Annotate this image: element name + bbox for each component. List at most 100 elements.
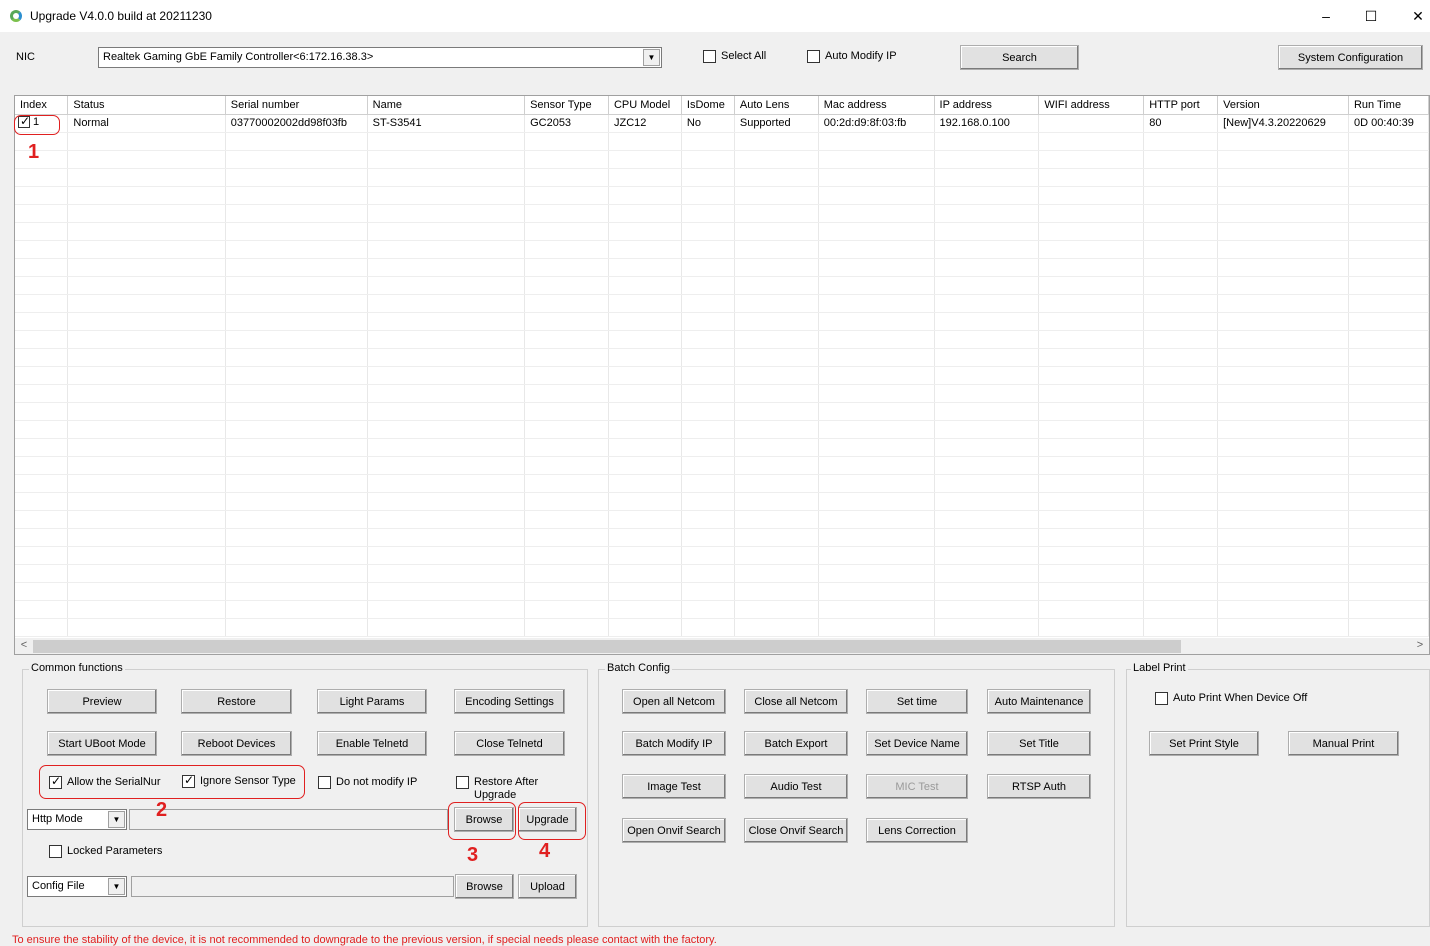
column-header[interactable]: HTTP port bbox=[1143, 96, 1219, 115]
table-cell-empty bbox=[608, 474, 682, 493]
restore-after-upgrade-checkbox[interactable]: Restore After Upgrade bbox=[456, 776, 558, 802]
checkbox-box[interactable] bbox=[49, 845, 62, 858]
column-header[interactable]: CPU Model bbox=[608, 96, 682, 115]
close-button[interactable]: ✕ bbox=[1398, 4, 1430, 28]
image-test-button[interactable]: Image Test bbox=[622, 774, 726, 799]
column-header[interactable]: Name bbox=[367, 96, 526, 115]
set-device-name-button[interactable]: Set Device Name bbox=[866, 731, 968, 756]
enable-telnetd-button[interactable]: Enable Telnetd bbox=[317, 731, 427, 756]
close-onvif-search-button[interactable]: Close Onvif Search bbox=[744, 818, 848, 843]
table-cell-empty bbox=[15, 204, 69, 223]
checkbox-box[interactable] bbox=[703, 50, 716, 63]
table-cell-empty bbox=[1348, 438, 1429, 457]
config-path-field[interactable] bbox=[131, 876, 454, 897]
minimize-button[interactable]: – bbox=[1306, 4, 1346, 28]
audio-test-button[interactable]: Audio Test bbox=[744, 774, 848, 799]
reboot-devices-button[interactable]: Reboot Devices bbox=[181, 731, 292, 756]
table-cell-empty bbox=[1217, 132, 1349, 151]
column-header[interactable]: IsDome bbox=[681, 96, 735, 115]
table-row-empty bbox=[15, 258, 1429, 277]
table-cell-empty bbox=[367, 132, 526, 151]
config-type-select[interactable]: Config File ▼ bbox=[27, 876, 127, 897]
column-header[interactable]: Mac address bbox=[818, 96, 935, 115]
column-header[interactable]: IP address bbox=[934, 96, 1040, 115]
table-cell-empty bbox=[367, 438, 526, 457]
preview-button[interactable]: Preview bbox=[47, 689, 157, 714]
table-cell-empty bbox=[734, 600, 819, 619]
auto-modify-ip-checkbox[interactable]: Auto Modify IP bbox=[807, 50, 897, 63]
select-all-checkbox[interactable]: Select All bbox=[703, 50, 766, 63]
scroll-left-icon[interactable]: < bbox=[16, 639, 32, 654]
table-cell-empty bbox=[225, 348, 368, 367]
column-header[interactable]: Status bbox=[67, 96, 226, 115]
scrollbar-thumb[interactable] bbox=[33, 640, 1181, 653]
horizontal-scrollbar[interactable]: < > bbox=[15, 638, 1429, 654]
column-header[interactable]: Auto Lens bbox=[734, 96, 819, 115]
do-not-modify-ip-checkbox[interactable]: Do not modify IP bbox=[318, 776, 417, 789]
upload-button[interactable]: Upload bbox=[518, 874, 577, 899]
checkbox-box[interactable] bbox=[1155, 692, 1168, 705]
set-title-button[interactable]: Set Title bbox=[987, 731, 1091, 756]
table-cell-empty bbox=[15, 564, 69, 583]
maximize-button[interactable]: ☐ bbox=[1351, 4, 1391, 28]
close-telnetd-button[interactable]: Close Telnetd bbox=[454, 731, 565, 756]
browse-config-button[interactable]: Browse bbox=[455, 874, 514, 899]
table-row[interactable]: 1 Normal 03770002002dd98f03fb ST-S3541 G… bbox=[15, 114, 1429, 133]
column-header[interactable]: Version bbox=[1217, 96, 1349, 115]
rtsp-auth-button[interactable]: RTSP Auth bbox=[987, 774, 1091, 799]
open-all-netcom-button[interactable]: Open all Netcom bbox=[622, 689, 726, 714]
column-header[interactable]: Serial number bbox=[225, 96, 368, 115]
system-configuration-button[interactable]: System Configuration bbox=[1278, 45, 1423, 70]
chevron-down-icon[interactable]: ▼ bbox=[643, 49, 660, 66]
restore-after-upgrade-label: Restore After Upgrade bbox=[474, 776, 539, 801]
restore-button[interactable]: Restore bbox=[181, 689, 292, 714]
table-cell-empty bbox=[818, 312, 935, 331]
auto-maintenance-button[interactable]: Auto Maintenance bbox=[987, 689, 1091, 714]
checkbox-box[interactable] bbox=[318, 776, 331, 789]
search-button[interactable]: Search bbox=[960, 45, 1079, 70]
set-print-style-button[interactable]: Set Print Style bbox=[1149, 731, 1259, 756]
batch-export-button[interactable]: Batch Export bbox=[744, 731, 848, 756]
table-cell-empty bbox=[1143, 510, 1219, 529]
column-header[interactable]: WIFI address bbox=[1038, 96, 1145, 115]
table-cell-empty bbox=[15, 186, 69, 205]
checkbox-box[interactable] bbox=[807, 50, 820, 63]
table-cell-empty bbox=[734, 456, 819, 475]
nic-select[interactable]: Realtek Gaming GbE Family Controller<6:1… bbox=[98, 47, 662, 68]
table-cell-empty bbox=[934, 420, 1040, 439]
table-cell-empty bbox=[225, 474, 368, 493]
chevron-down-icon[interactable]: ▼ bbox=[108, 878, 125, 895]
table-row-empty bbox=[15, 168, 1429, 187]
batch-modify-ip-button[interactable]: Batch Modify IP bbox=[622, 731, 726, 756]
scroll-right-icon[interactable]: > bbox=[1412, 639, 1428, 654]
table-cell-empty bbox=[524, 384, 609, 403]
device-table[interactable]: Index Status Serial number Name Sensor T… bbox=[14, 95, 1430, 655]
table-cell-empty bbox=[367, 510, 526, 529]
table-cell-empty bbox=[681, 240, 735, 259]
checkbox-box[interactable] bbox=[456, 776, 469, 789]
start-uboot-mode-button[interactable]: Start UBoot Mode bbox=[47, 731, 157, 756]
auto-print-checkbox[interactable]: Auto Print When Device Off bbox=[1155, 692, 1307, 705]
table-cell-empty bbox=[67, 204, 226, 223]
table-cell-empty bbox=[734, 168, 819, 187]
column-header[interactable]: Run Time bbox=[1348, 96, 1429, 115]
chevron-down-icon[interactable]: ▼ bbox=[108, 811, 125, 828]
table-cell-empty bbox=[1038, 384, 1145, 403]
close-all-netcom-button[interactable]: Close all Netcom bbox=[744, 689, 848, 714]
open-onvif-search-button[interactable]: Open Onvif Search bbox=[622, 818, 726, 843]
encoding-settings-button[interactable]: Encoding Settings bbox=[454, 689, 565, 714]
column-header[interactable]: Sensor Type bbox=[524, 96, 609, 115]
firmware-path-field[interactable] bbox=[129, 809, 448, 830]
table-cell-empty bbox=[1348, 384, 1429, 403]
upgrade-mode-select[interactable]: Http Mode ▼ bbox=[27, 809, 127, 830]
table-row-empty bbox=[15, 222, 1429, 241]
manual-print-button[interactable]: Manual Print bbox=[1288, 731, 1399, 756]
set-time-button[interactable]: Set time bbox=[866, 689, 968, 714]
table-cell-empty bbox=[608, 420, 682, 439]
column-header[interactable]: Index bbox=[15, 96, 69, 115]
light-params-button[interactable]: Light Params bbox=[317, 689, 427, 714]
table-cell-empty bbox=[1217, 618, 1349, 637]
table-cell-empty bbox=[225, 330, 368, 349]
locked-parameters-checkbox[interactable]: Locked Parameters bbox=[49, 845, 162, 858]
lens-correction-button[interactable]: Lens Correction bbox=[866, 818, 968, 843]
